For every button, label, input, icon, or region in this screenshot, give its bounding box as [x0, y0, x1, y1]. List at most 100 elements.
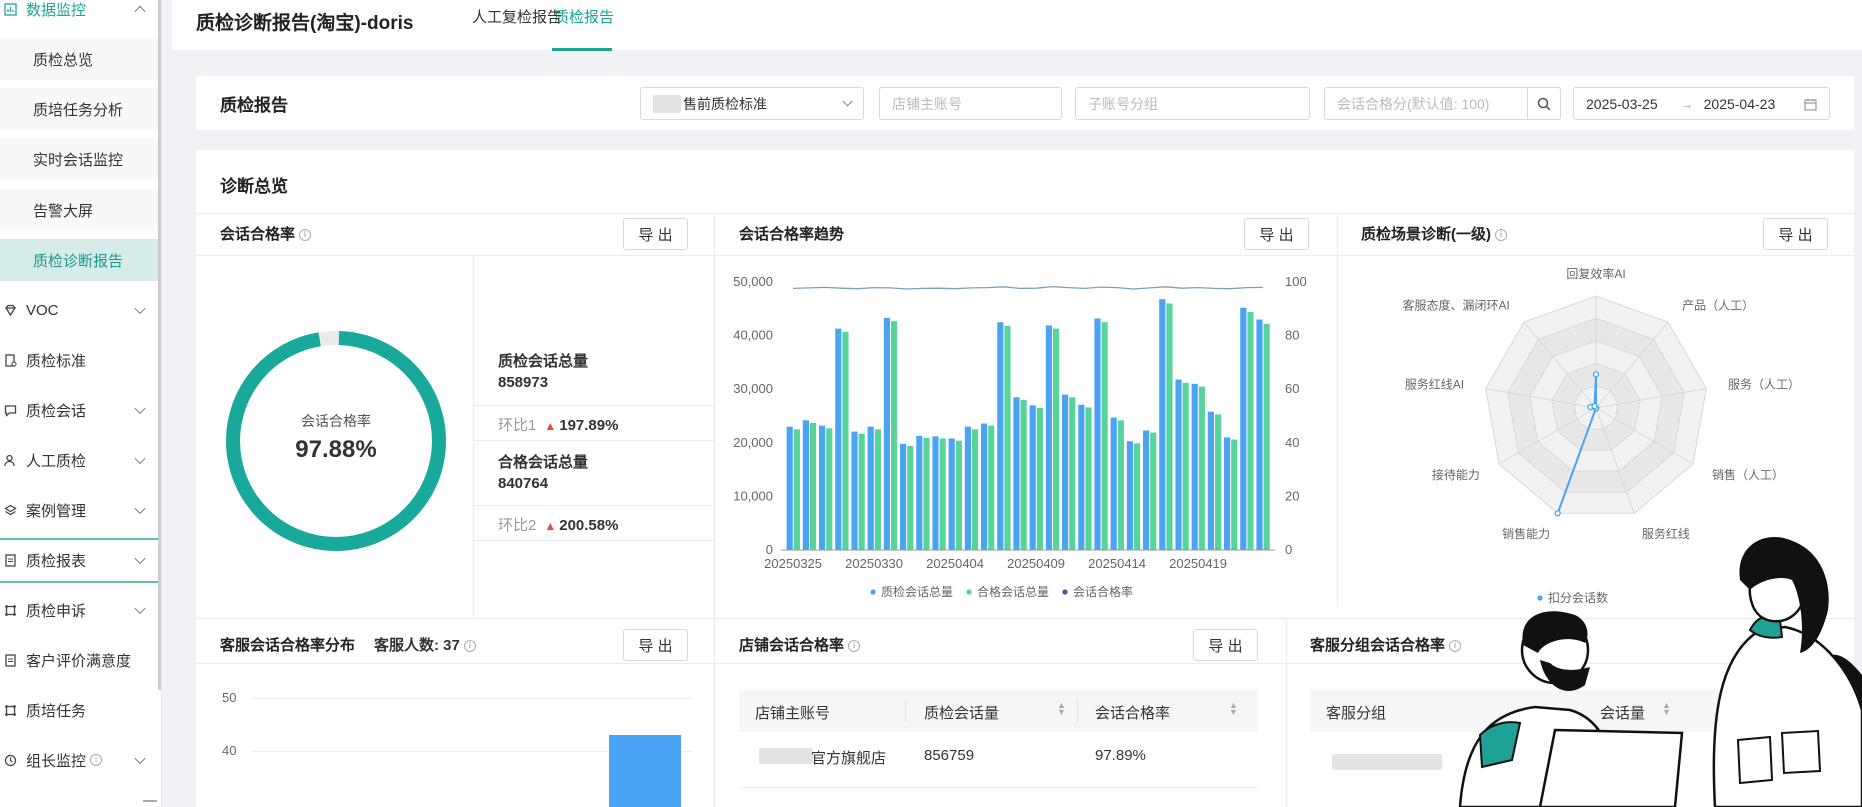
sidebar-subitem-overview[interactable]: 质检总览 — [0, 38, 160, 80]
date-range-picker[interactable]: 2025-03-25 → 2025-04-23 — [1573, 87, 1830, 120]
tab-qa-report[interactable]: 质检报告 — [554, 6, 614, 27]
tab-active-indicator — [552, 48, 612, 51]
bar-total — [948, 438, 955, 550]
pass-rate-card-title: 会话合格率 i — [220, 223, 312, 244]
sidebar-subitem-label: 质检总览 — [33, 51, 94, 69]
bar-total — [1175, 379, 1182, 550]
sidebar-item-data-monitor[interactable]: 数据监控 — [0, 0, 160, 30]
y-tick-label-right: 100 — [1285, 274, 1307, 289]
info-icon: i — [90, 754, 103, 766]
bar-pass — [1052, 328, 1060, 550]
sidebar-item-label: 组长监控 — [26, 752, 87, 770]
card-title-text: 质检场景诊断(一级) — [1361, 226, 1491, 243]
bar-pass — [1166, 303, 1173, 550]
sort-icon[interactable]: ▲ ▼ — [1229, 701, 1238, 717]
bar-pass — [907, 446, 914, 550]
bar-total — [786, 426, 793, 550]
export-button[interactable]: 导 出 — [1193, 629, 1258, 661]
divider — [1286, 618, 1287, 807]
radar-axis-label: 销售（人工） — [1712, 467, 1784, 482]
bar-pass — [1214, 414, 1222, 550]
y-tick-label-left: 20,000 — [733, 435, 773, 450]
bar-pass — [1101, 322, 1108, 550]
column-header-rate[interactable]: 会话合格率 — [1095, 702, 1170, 723]
agent-count-text: 客服人数: 37 — [374, 637, 460, 654]
bar-pass — [1247, 312, 1254, 550]
bar-total — [851, 431, 858, 550]
radar-axis-label: 服务（人工） — [1728, 377, 1800, 392]
sidebar-item-leader-monitor[interactable]: 组长监控 i — [0, 739, 160, 781]
sidebar-subitem-label: 质培任务分析 — [33, 101, 124, 119]
bar-pass — [793, 429, 800, 550]
legend-marker — [870, 589, 876, 595]
agent-dist-card-title: 客服会话合格率分布 — [220, 637, 356, 654]
bar-total — [1094, 318, 1101, 550]
appeal-icon — [2, 602, 18, 618]
bar-pass — [1182, 382, 1189, 550]
tab-manual-recheck-report[interactable]: 人工复检报告 — [472, 6, 562, 27]
radar-axis-label: 服务红线AI — [1405, 377, 1464, 392]
column-header-count[interactable]: 质检会话量 — [924, 702, 999, 723]
bar-pass — [874, 429, 881, 550]
bar-total — [1143, 430, 1150, 550]
sidebar-item-manual-qa[interactable]: 人工质检 — [0, 439, 160, 481]
trend-legend: 质检会话总量 合格会话总量 会话合格率 — [870, 584, 1133, 599]
sidebar-item-cases[interactable]: 案例管理 — [0, 489, 160, 531]
sidebar-subitem-realtime-monitor[interactable]: 实时会话监控 — [0, 138, 160, 180]
sidebar-subitem-alert-screen[interactable]: 告警大屏 — [0, 189, 160, 231]
sidebar-item-label: 客户评价满意度 — [26, 652, 132, 670]
bar-total — [867, 426, 874, 550]
subaccount-group-input[interactable]: 子账号分组 — [1075, 87, 1310, 120]
bar-total — [1078, 404, 1085, 550]
legend-label: 会话合格率 — [1073, 584, 1133, 599]
page-title: 质检诊断报告(淘宝)-doris — [196, 13, 414, 34]
table-row[interactable]: 官方旗舰店 856759 97.89% — [739, 732, 1258, 780]
bar-total — [932, 436, 939, 550]
y-tick-label-left: 10,000 — [733, 488, 773, 503]
bar-total — [1013, 397, 1020, 550]
donut-value: 97.88% — [295, 436, 377, 463]
standard-select[interactable]: 售前质检标准 — [640, 87, 864, 120]
sidebar-subitem-training-analysis[interactable]: 质培任务分析 — [0, 88, 160, 130]
sort-icon[interactable]: ▲ ▼ — [1057, 701, 1066, 717]
pass-score-input[interactable]: 会话合格分(默认值: 100) — [1324, 87, 1528, 120]
legend-marker — [1062, 589, 1068, 595]
bar-pass — [971, 429, 979, 550]
ratio2: 环比2 ▲ 200.58% — [498, 514, 618, 535]
sidebar-item-standard[interactable]: 质检标准 — [0, 339, 160, 381]
overview-title: 诊断总览 — [220, 177, 288, 196]
sidebar-scrollbar[interactable] — [158, 0, 161, 690]
card-title-text: 店铺会话合格率 — [739, 637, 845, 654]
gridline — [252, 698, 692, 699]
sidebar-item-reports[interactable]: 质检报表 — [0, 539, 160, 581]
legend-marker — [966, 589, 972, 595]
shop-account-input[interactable]: 店铺主账号 — [879, 87, 1062, 120]
user-icon — [2, 452, 18, 468]
export-button[interactable]: 导 出 — [623, 629, 688, 661]
sidebar-item-voc[interactable]: VOC — [0, 289, 160, 331]
sidebar-subitem-diagnosis-report[interactable]: 质检诊断报告 — [0, 239, 160, 281]
sidebar-item-satisfaction[interactable]: 客户评价满意度 — [0, 639, 160, 681]
export-button[interactable]: 导 出 — [1244, 218, 1309, 250]
x-tick-label: 20250330 — [845, 556, 903, 571]
collapse-menu-icon[interactable] — [143, 800, 157, 802]
redacted-block — [759, 748, 813, 764]
search-button[interactable] — [1527, 87, 1561, 120]
export-button[interactable]: 导 出 — [1763, 218, 1828, 250]
sidebar-item-sessions[interactable]: 质检会话 — [0, 389, 160, 431]
bar-total — [1191, 383, 1198, 550]
bar-pass — [1117, 420, 1124, 550]
bar-pass — [842, 331, 849, 550]
column-header-group: 客服分组 — [1326, 705, 1387, 722]
radar-axis-label: 接待能力 — [1432, 467, 1480, 482]
bar-pass — [1198, 386, 1205, 550]
y-tick-label-right: 80 — [1285, 328, 1299, 343]
bar-total — [1240, 307, 1247, 550]
sidebar-item-training-tasks[interactable]: 质培任务 — [0, 689, 160, 731]
sidebar-item-appeals[interactable]: 质检申诉 — [0, 589, 160, 631]
standard-select-value: 售前质检标准 — [683, 95, 767, 112]
export-button[interactable]: 导 出 — [623, 218, 688, 250]
decorative-illustration — [1458, 536, 1862, 807]
bar-pass — [1085, 407, 1092, 550]
bar-total — [835, 328, 842, 550]
